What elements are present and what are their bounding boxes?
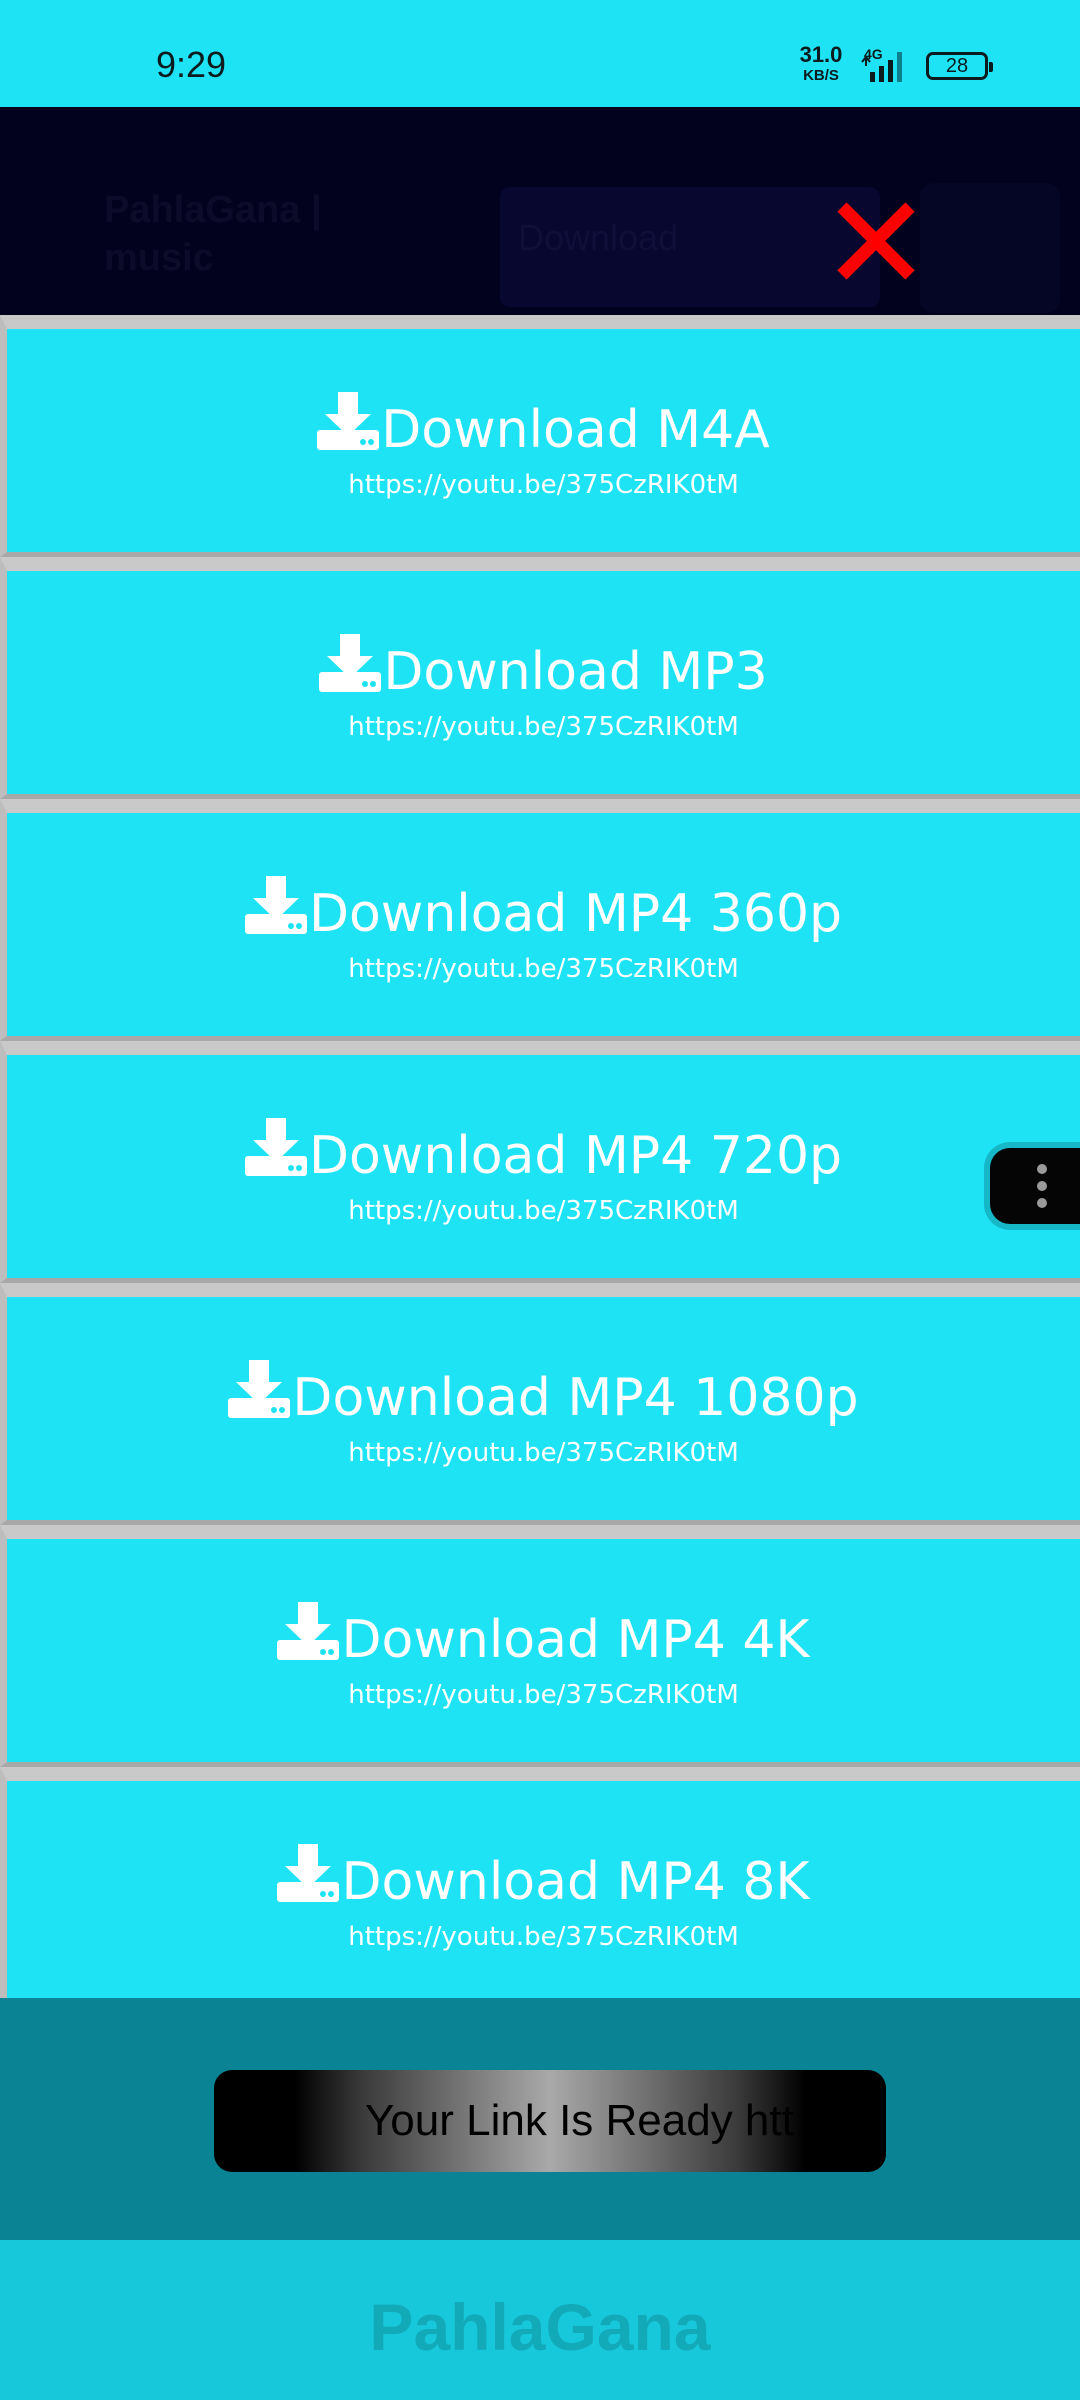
download-url: https://youtu.be/375CzRIK0tM xyxy=(348,1679,739,1710)
network-speed-value: 31.0 xyxy=(799,42,843,67)
status-time: 9:29 xyxy=(156,44,227,85)
download-icon xyxy=(228,1359,291,1418)
download-label: Download M4A xyxy=(381,399,770,460)
signal-icon: 4G xyxy=(861,46,902,82)
download-options-list: Download M4A https://youtu.be/375CzRIK0t… xyxy=(0,315,1080,2009)
footer: PahlaGana xyxy=(0,2240,1080,2400)
status-bar: 9:29 31.0 KB/S 4G 28 xyxy=(0,0,1080,107)
toast-text: Your Link Is Ready htt xyxy=(365,2096,794,2145)
download-label: Download MP4 4K xyxy=(341,1609,810,1670)
footer-logo: PahlaGana xyxy=(369,2290,711,2364)
download-mp4-360p-button[interactable]: Download MP4 360p https://youtu.be/375Cz… xyxy=(0,799,1080,1041)
download-label: Download MP4 720p xyxy=(308,1125,843,1186)
download-mp3-button[interactable]: Download MP3 https://youtu.be/375CzRIK0t… xyxy=(0,557,1080,799)
download-icon xyxy=(317,391,380,450)
network-speed: 31.0 KB/S xyxy=(796,42,846,84)
background-search-placeholder: Download xyxy=(518,217,679,258)
download-label: Download MP3 xyxy=(383,641,768,702)
download-icon xyxy=(277,1843,340,1902)
download-icon xyxy=(319,633,382,692)
battery-level: 28 xyxy=(945,54,969,77)
battery-icon: 28 xyxy=(926,52,993,80)
download-url: https://youtu.be/375CzRIK0tM xyxy=(348,469,739,500)
download-icon xyxy=(244,875,307,934)
download-icon xyxy=(244,1117,307,1176)
download-mp4-1080p-button[interactable]: Download MP4 1080p https://youtu.be/375C… xyxy=(0,1283,1080,1525)
download-mp4-8k-button[interactable]: Download MP4 8K https://youtu.be/375CzRI… xyxy=(0,1767,1080,2009)
download-label: Download MP4 360p xyxy=(308,883,843,944)
close-icon xyxy=(837,202,915,280)
download-icon xyxy=(277,1601,340,1660)
download-url: https://youtu.be/375CzRIK0tM xyxy=(348,953,739,984)
background-mic-button xyxy=(920,183,1060,313)
download-url: https://youtu.be/375CzRIK0tM xyxy=(348,711,739,742)
download-m4a-button[interactable]: Download M4A https://youtu.be/375CzRIK0t… xyxy=(0,315,1080,557)
download-url: https://youtu.be/375CzRIK0tM xyxy=(348,1195,739,1226)
network-speed-unit: KB/S xyxy=(803,67,839,84)
link-ready-toast: Your Link Is Ready htt xyxy=(214,2070,886,2172)
download-url: https://youtu.be/375CzRIK0tM xyxy=(348,1921,739,1952)
download-mp4-4k-button[interactable]: Download MP4 4K https://youtu.be/375CzRI… xyxy=(0,1525,1080,1767)
download-label: Download MP4 8K xyxy=(341,1851,810,1912)
background-app-title: PahlaGana | music xyxy=(104,189,322,279)
background-search-bar: Download xyxy=(500,187,880,307)
more-vertical-icon xyxy=(1037,1164,1047,1208)
close-button[interactable] xyxy=(828,196,924,286)
download-mp4-720p-button[interactable]: Download MP4 720p https://youtu.be/375Cz… xyxy=(0,1041,1080,1283)
download-label: Download MP4 1080p xyxy=(292,1367,859,1428)
download-url: https://youtu.be/375CzRIK0tM xyxy=(348,1437,739,1468)
floating-menu-button[interactable] xyxy=(984,1142,1080,1230)
